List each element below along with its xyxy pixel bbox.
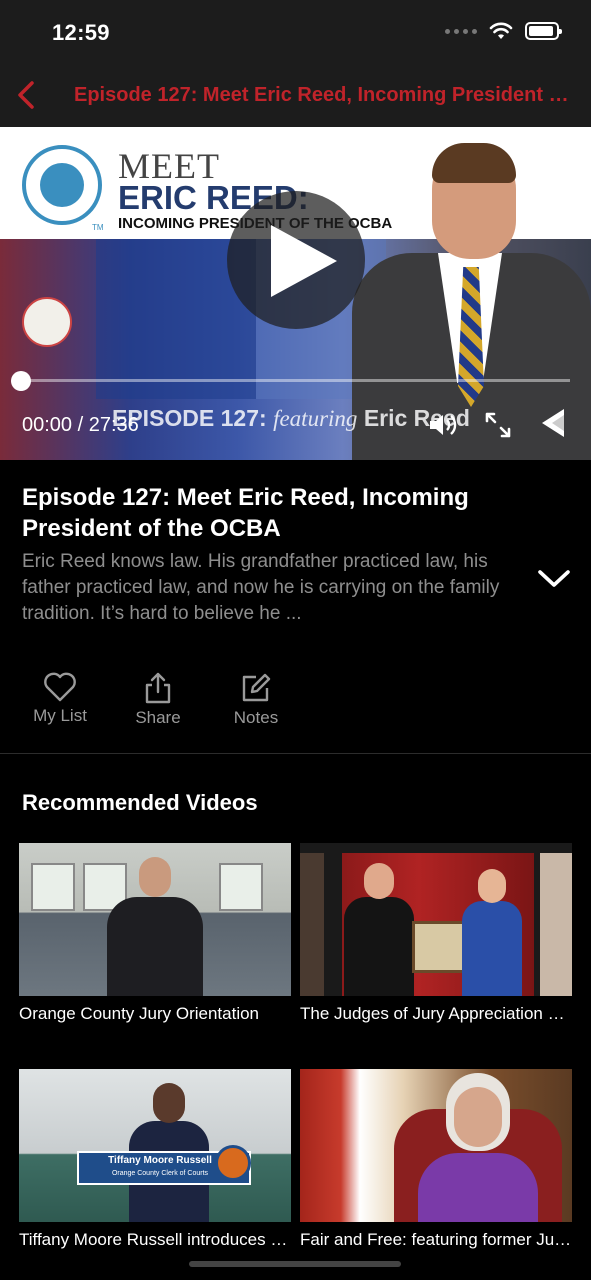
chevron-left-icon xyxy=(18,81,34,109)
my-list-button[interactable]: My List xyxy=(20,672,100,726)
expand-description-button[interactable] xyxy=(536,566,572,592)
wifi-icon xyxy=(489,22,513,39)
recommended-heading: Recommended Videos xyxy=(22,790,258,815)
status-bar: 12:59 xyxy=(0,0,591,64)
notes-label: Notes xyxy=(233,708,279,727)
current-time: 00:00 xyxy=(22,414,73,436)
share-label: Share xyxy=(135,708,181,727)
video-card[interactable]: Fair and Free: featuring former Justice … xyxy=(300,1069,572,1250)
video-thumbnail xyxy=(300,843,572,996)
fullscreen-icon xyxy=(485,412,511,438)
volume-button[interactable] xyxy=(428,411,458,444)
clerk-seal xyxy=(215,1145,251,1181)
status-icons xyxy=(445,22,562,40)
baseball-image xyxy=(22,297,72,347)
time-separator: / xyxy=(77,414,84,436)
volume-icon xyxy=(430,415,457,435)
progress-handle[interactable] xyxy=(11,371,31,391)
video-title: Tiffany Moore Russell introduces the Cle… xyxy=(19,1230,291,1249)
battery-icon xyxy=(525,22,562,40)
video-thumbnail xyxy=(300,1069,572,1222)
video-card[interactable]: Orange County Jury Orientation xyxy=(19,843,291,1024)
action-bar: My List Share Notes xyxy=(0,672,591,732)
video-thumbnail: Tiffany Moore Russell Orange County Cler… xyxy=(19,1069,291,1222)
episode-title: Episode 127: Meet Eric Reed, Incoming Pr… xyxy=(22,484,469,542)
nav-title: Episode 127: Meet Eric Reed, Incoming Pr… xyxy=(74,84,574,106)
section-divider xyxy=(0,753,591,754)
airplay-icon xyxy=(542,409,564,437)
lower-third-name: Tiffany Moore Russell xyxy=(108,1155,212,1166)
back-button[interactable] xyxy=(14,80,40,110)
nav-bar: Episode 127: Meet Eric Reed, Incoming Pr… xyxy=(0,64,591,127)
share-button[interactable]: Share xyxy=(118,672,198,728)
lower-third-subtitle: Orange County Clerk of Courts xyxy=(111,1170,209,1177)
ocba-logo xyxy=(22,145,102,225)
logo-trademark: TM xyxy=(92,223,104,232)
share-icon xyxy=(145,672,171,704)
play-button[interactable] xyxy=(227,191,365,329)
video-player[interactable]: TM MEET ERIC REED: INCOMING PRESIDENT OF… xyxy=(0,127,591,460)
status-time: 12:59 xyxy=(52,20,110,45)
duration: 27:36 xyxy=(88,414,139,436)
video-title: The Judges of Jury Appreciation Week xyxy=(300,1004,572,1023)
my-list-label: My List xyxy=(33,706,87,725)
fullscreen-button[interactable] xyxy=(484,411,512,444)
guest-hair xyxy=(432,143,516,183)
video-card[interactable]: The Judges of Jury Appreciation Week xyxy=(300,843,572,1024)
airplay-button[interactable] xyxy=(538,407,568,446)
notes-button[interactable]: Notes xyxy=(216,672,296,728)
playback-time: 00:00 / 27:36 xyxy=(22,414,139,437)
home-indicator[interactable] xyxy=(189,1261,401,1267)
episode-description: Eric Reed knows law. His grandfather pra… xyxy=(22,551,500,624)
play-icon xyxy=(271,225,337,297)
heart-icon xyxy=(44,672,76,702)
progress-bar[interactable] xyxy=(20,379,570,382)
chevron-down-icon xyxy=(538,570,570,587)
video-thumbnail xyxy=(19,843,291,996)
video-title: Orange County Jury Orientation xyxy=(19,1004,260,1023)
edit-icon xyxy=(242,673,271,702)
thumbnail-episode-label: EPISODE 127: featuring Eric Reed xyxy=(112,405,470,431)
signal-icon xyxy=(445,28,477,34)
video-card[interactable]: Tiffany Moore Russell Orange County Cler… xyxy=(19,1069,291,1250)
video-title: Fair and Free: featuring former Justice … xyxy=(300,1230,572,1249)
